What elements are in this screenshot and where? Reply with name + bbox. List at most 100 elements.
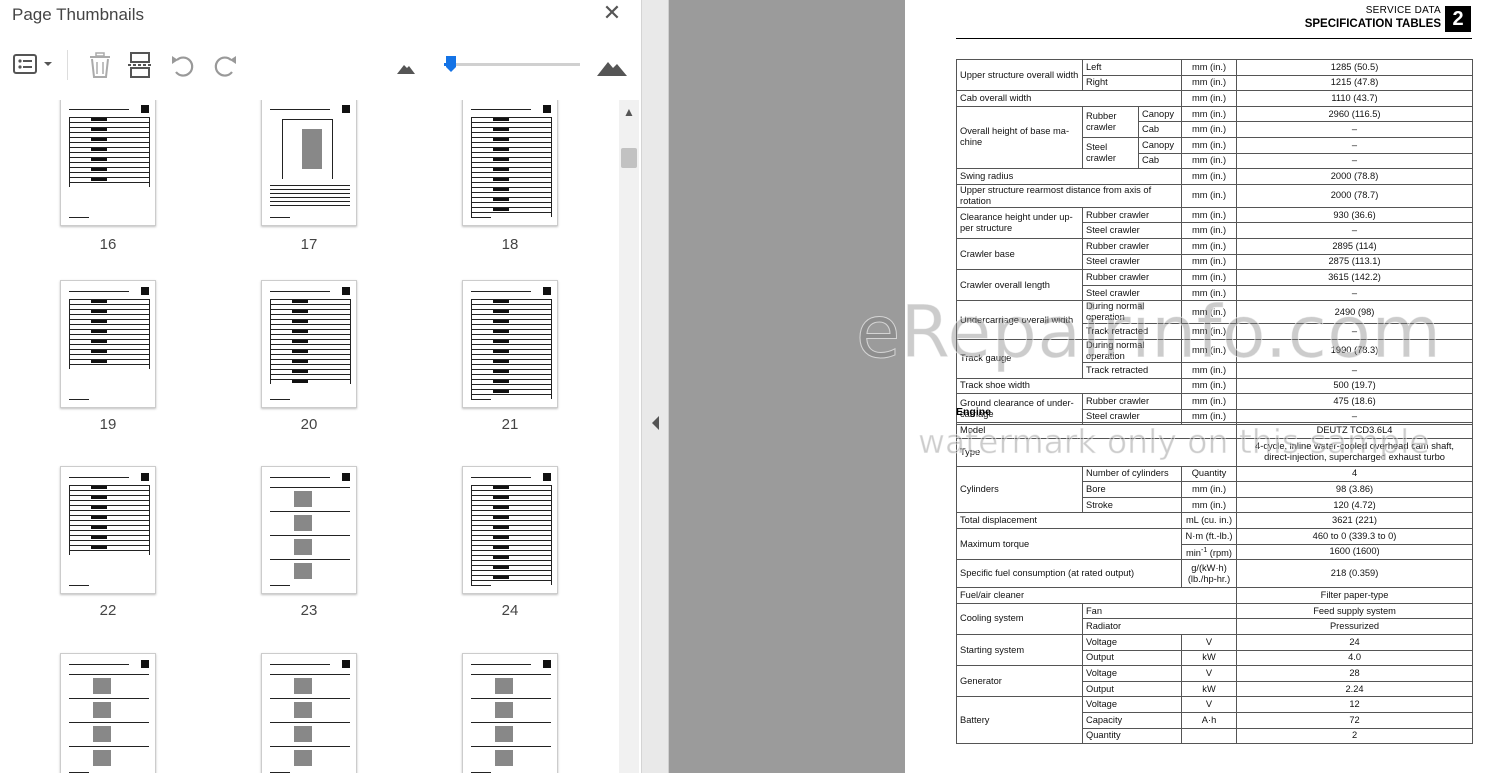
thumbnail-mark xyxy=(493,168,509,171)
thumbnail-mark xyxy=(270,309,350,310)
spec-label: Clearance height under up-per structure xyxy=(956,206,1083,239)
thumbnail-mark xyxy=(282,119,332,120)
spec-value: 1285 (50.5) xyxy=(1236,59,1474,76)
page-thumbnail[interactable] xyxy=(261,280,357,408)
thumbnail-mark xyxy=(471,291,531,292)
thumbnail-mark xyxy=(493,178,509,181)
thumbnail-mark xyxy=(69,217,89,218)
page-thumbnails-panel: Page Thumbnails ✕ 16 17 18 19 20 21 22 2… xyxy=(0,0,641,773)
document-page: SERVICE DATA SPECIFICATION TABLES 2 Uppe… xyxy=(905,0,1503,773)
spec-unit: mm (in.) xyxy=(1181,300,1238,325)
spec-value: 4 xyxy=(1236,465,1474,483)
thumbnail-mark xyxy=(493,310,509,313)
table-row: Model DEUTZ TCD3.6L4 xyxy=(955,422,1474,439)
thumbnail-mark xyxy=(493,546,509,549)
thumbnail-mark xyxy=(471,359,551,360)
page-thumbnail[interactable] xyxy=(60,653,156,773)
thumbnails-scrollbar[interactable]: ▲ xyxy=(619,100,639,773)
rotate-counterclockwise-icon[interactable] xyxy=(168,50,198,80)
page-thumbnail[interactable] xyxy=(462,466,558,594)
spec-unit: mm (in.) xyxy=(1181,90,1238,107)
thumbnail-mark xyxy=(270,349,350,350)
panel-splitter[interactable] xyxy=(641,0,669,773)
spec-unit: mm (in.) xyxy=(1181,206,1238,224)
spec-unit: mL (cu. in.) xyxy=(1180,512,1238,529)
page-thumbnail[interactable] xyxy=(261,653,357,773)
thumbnail-mark xyxy=(141,660,149,668)
rotate-clockwise-icon[interactable] xyxy=(210,50,240,80)
mountain-small-icon[interactable] xyxy=(396,50,416,80)
spec-sublabel: During normal operation xyxy=(1081,338,1183,363)
page-thumbnail[interactable] xyxy=(462,280,558,408)
spec-sublabel: Cab xyxy=(1137,121,1183,138)
thumbnail-mark xyxy=(270,674,350,675)
collapse-panel-icon[interactable] xyxy=(650,414,662,432)
thumbnail-mark xyxy=(471,117,551,118)
thumbnail-mark xyxy=(91,536,107,539)
thumbnail-mark xyxy=(270,201,350,202)
spec-value: 930 (36.6) xyxy=(1236,206,1474,224)
thumbnail-mark xyxy=(69,515,149,516)
page-thumbnail[interactable] xyxy=(462,653,558,773)
thumbnail-mark xyxy=(471,384,551,385)
spec-unit: mm (in.) xyxy=(1180,481,1238,498)
spec-value: 98 (3.86) xyxy=(1236,481,1474,498)
spec-sublabel: Voltage xyxy=(1082,633,1182,651)
page-thumbnail[interactable] xyxy=(462,100,558,226)
spec-unit: mm (in.) xyxy=(1181,361,1238,379)
thumbnail-mark xyxy=(91,320,107,323)
spec-sublabel: Radiator xyxy=(1081,618,1238,635)
thumbnail-mark xyxy=(471,389,551,390)
engine-table: Model DEUTZ TCD3.6L4 Type 4-cycle, inlin… xyxy=(955,422,1474,745)
thumbnail-mark xyxy=(69,142,149,143)
spec-label: Overall height of base ma-chine xyxy=(956,105,1083,170)
thumbnail-mark xyxy=(91,148,107,151)
thumbnail-mark xyxy=(471,212,551,213)
thumbnail-mark xyxy=(471,515,551,516)
thumbnail-mark xyxy=(292,300,308,303)
mountain-large-icon[interactable] xyxy=(596,50,628,80)
thumbnail-mark xyxy=(270,359,350,360)
page-thumbnail[interactable] xyxy=(60,100,156,226)
thumbnail-options-icon[interactable] xyxy=(12,50,56,80)
thumbnail-mark xyxy=(69,485,149,486)
thumbnail-mark xyxy=(69,485,70,555)
engine-heading: Engine xyxy=(956,406,992,418)
page-thumbnail[interactable] xyxy=(60,466,156,594)
thumbnail-mark xyxy=(493,128,509,131)
thumbnail-mark xyxy=(292,320,308,323)
spec-value: 4.0 xyxy=(1236,649,1474,667)
thumbnail-mark xyxy=(93,750,111,766)
thumbnail-mark xyxy=(471,565,551,566)
thumbnail-mark xyxy=(69,722,149,723)
page-thumbnail[interactable] xyxy=(261,466,357,594)
spec-unit: mm (in.) xyxy=(1181,222,1238,239)
spec-label: Starting system xyxy=(956,633,1083,667)
thumbnail-mark xyxy=(495,678,513,694)
thumbnail-mark xyxy=(471,535,551,536)
thumbnail-mark xyxy=(471,477,531,478)
thumbnail-mark xyxy=(91,158,107,161)
extract-pages-icon[interactable] xyxy=(126,50,156,80)
close-icon[interactable]: ✕ xyxy=(600,2,624,26)
delete-page-icon[interactable] xyxy=(86,50,114,80)
thumbnail-mark xyxy=(69,664,129,665)
spec-value: – xyxy=(1236,222,1474,239)
spec-value: 1600 (1600) xyxy=(1236,543,1474,561)
thumbnail-mark xyxy=(471,177,551,178)
page-thumbnail[interactable] xyxy=(60,280,156,408)
thumbnail-grid[interactable]: 161718192021222324252627 xyxy=(10,100,614,773)
zoom-slider-thumb[interactable] xyxy=(445,55,457,73)
scrollbar-thumb[interactable] xyxy=(621,148,637,168)
thumbnail-mark xyxy=(350,299,351,384)
zoom-slider-track[interactable] xyxy=(444,63,580,66)
spec-label: Swing radius xyxy=(955,168,1183,185)
spec-sublabel: Capacity xyxy=(1082,711,1182,729)
scroll-up-icon[interactable]: ▲ xyxy=(619,102,639,122)
thumbnail-mark xyxy=(91,138,107,141)
thumbnail-mark xyxy=(471,142,551,143)
thumbnail-mark xyxy=(471,722,551,723)
spec-label: Upper structure overall width xyxy=(956,58,1083,92)
spec-value: 2 xyxy=(1236,727,1474,745)
page-thumbnail[interactable] xyxy=(261,100,357,226)
